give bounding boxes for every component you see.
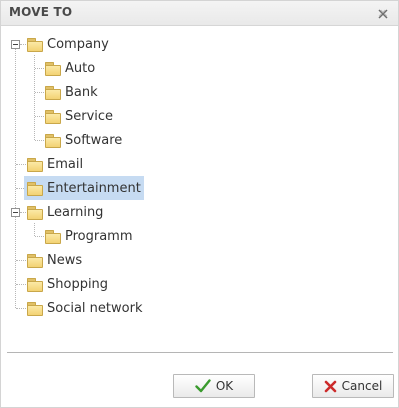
- cross-icon: [324, 380, 337, 393]
- tree-guide-line: [15, 45, 16, 308]
- tree-node-label: Shopping: [47, 276, 109, 292]
- tree-node-auto[interactable]: Auto: [42, 56, 98, 80]
- tree-node-software[interactable]: Software: [42, 128, 125, 152]
- tree-node-programm[interactable]: Programm: [42, 224, 136, 248]
- tree-node-company[interactable]: Company: [24, 32, 112, 56]
- tree-node-news[interactable]: News: [24, 248, 85, 272]
- tree-node-shopping[interactable]: Shopping: [24, 272, 111, 296]
- tree-node-label: Bank: [65, 84, 98, 100]
- tree-node-label: Software: [65, 132, 123, 148]
- tree-node-service[interactable]: Service: [42, 104, 116, 128]
- checkmark-icon: [195, 379, 211, 393]
- folder-icon: [45, 109, 61, 124]
- folder-icon: [27, 157, 43, 172]
- tree-node-bank[interactable]: Bank: [42, 80, 101, 104]
- tree-node-social-network[interactable]: Social network: [24, 296, 145, 320]
- folder-tree: Company Auto Bank Service Software Email…: [1, 25, 398, 345]
- folder-icon: [27, 181, 43, 196]
- tree-node-label: Company: [47, 36, 109, 52]
- folder-icon: [45, 229, 61, 244]
- folder-icon: [27, 277, 43, 292]
- footer-divider: [7, 352, 393, 353]
- ok-button-label: OK: [215, 379, 234, 393]
- tree-node-label: Email: [47, 156, 84, 172]
- folder-icon: [45, 133, 61, 148]
- ok-button[interactable]: OK: [173, 374, 255, 398]
- tree-node-email[interactable]: Email: [24, 152, 86, 176]
- dialog-titlebar: MOVE TO: [1, 1, 398, 26]
- tree-guide-line: [34, 223, 35, 236]
- collapse-toggle-company[interactable]: [11, 40, 20, 49]
- tree-node-label: News: [47, 252, 83, 268]
- tree-node-label: Learning: [47, 204, 104, 220]
- collapse-toggle-learning[interactable]: [11, 208, 20, 217]
- tree-node-label: Programm: [65, 228, 133, 244]
- dialog-title: MOVE TO: [9, 5, 73, 19]
- close-icon[interactable]: [376, 6, 390, 20]
- folder-icon: [27, 253, 43, 268]
- tree-node-label: Entertainment: [47, 180, 141, 196]
- cancel-button-label: Cancel: [341, 379, 383, 393]
- folder-icon: [45, 85, 61, 100]
- tree-node-label: Social network: [47, 300, 143, 316]
- folder-icon: [27, 205, 43, 220]
- cancel-button[interactable]: Cancel: [312, 374, 394, 398]
- folder-icon: [45, 61, 61, 76]
- move-to-dialog: MOVE TO Company Auto Bank Service Softwa…: [0, 0, 399, 408]
- tree-node-learning[interactable]: Learning: [24, 200, 106, 224]
- folder-icon: [27, 37, 43, 52]
- folder-icon: [27, 301, 43, 316]
- tree-node-label: Service: [65, 108, 114, 124]
- tree-node-entertainment[interactable]: Entertainment: [24, 176, 144, 200]
- tree-node-label: Auto: [65, 60, 96, 76]
